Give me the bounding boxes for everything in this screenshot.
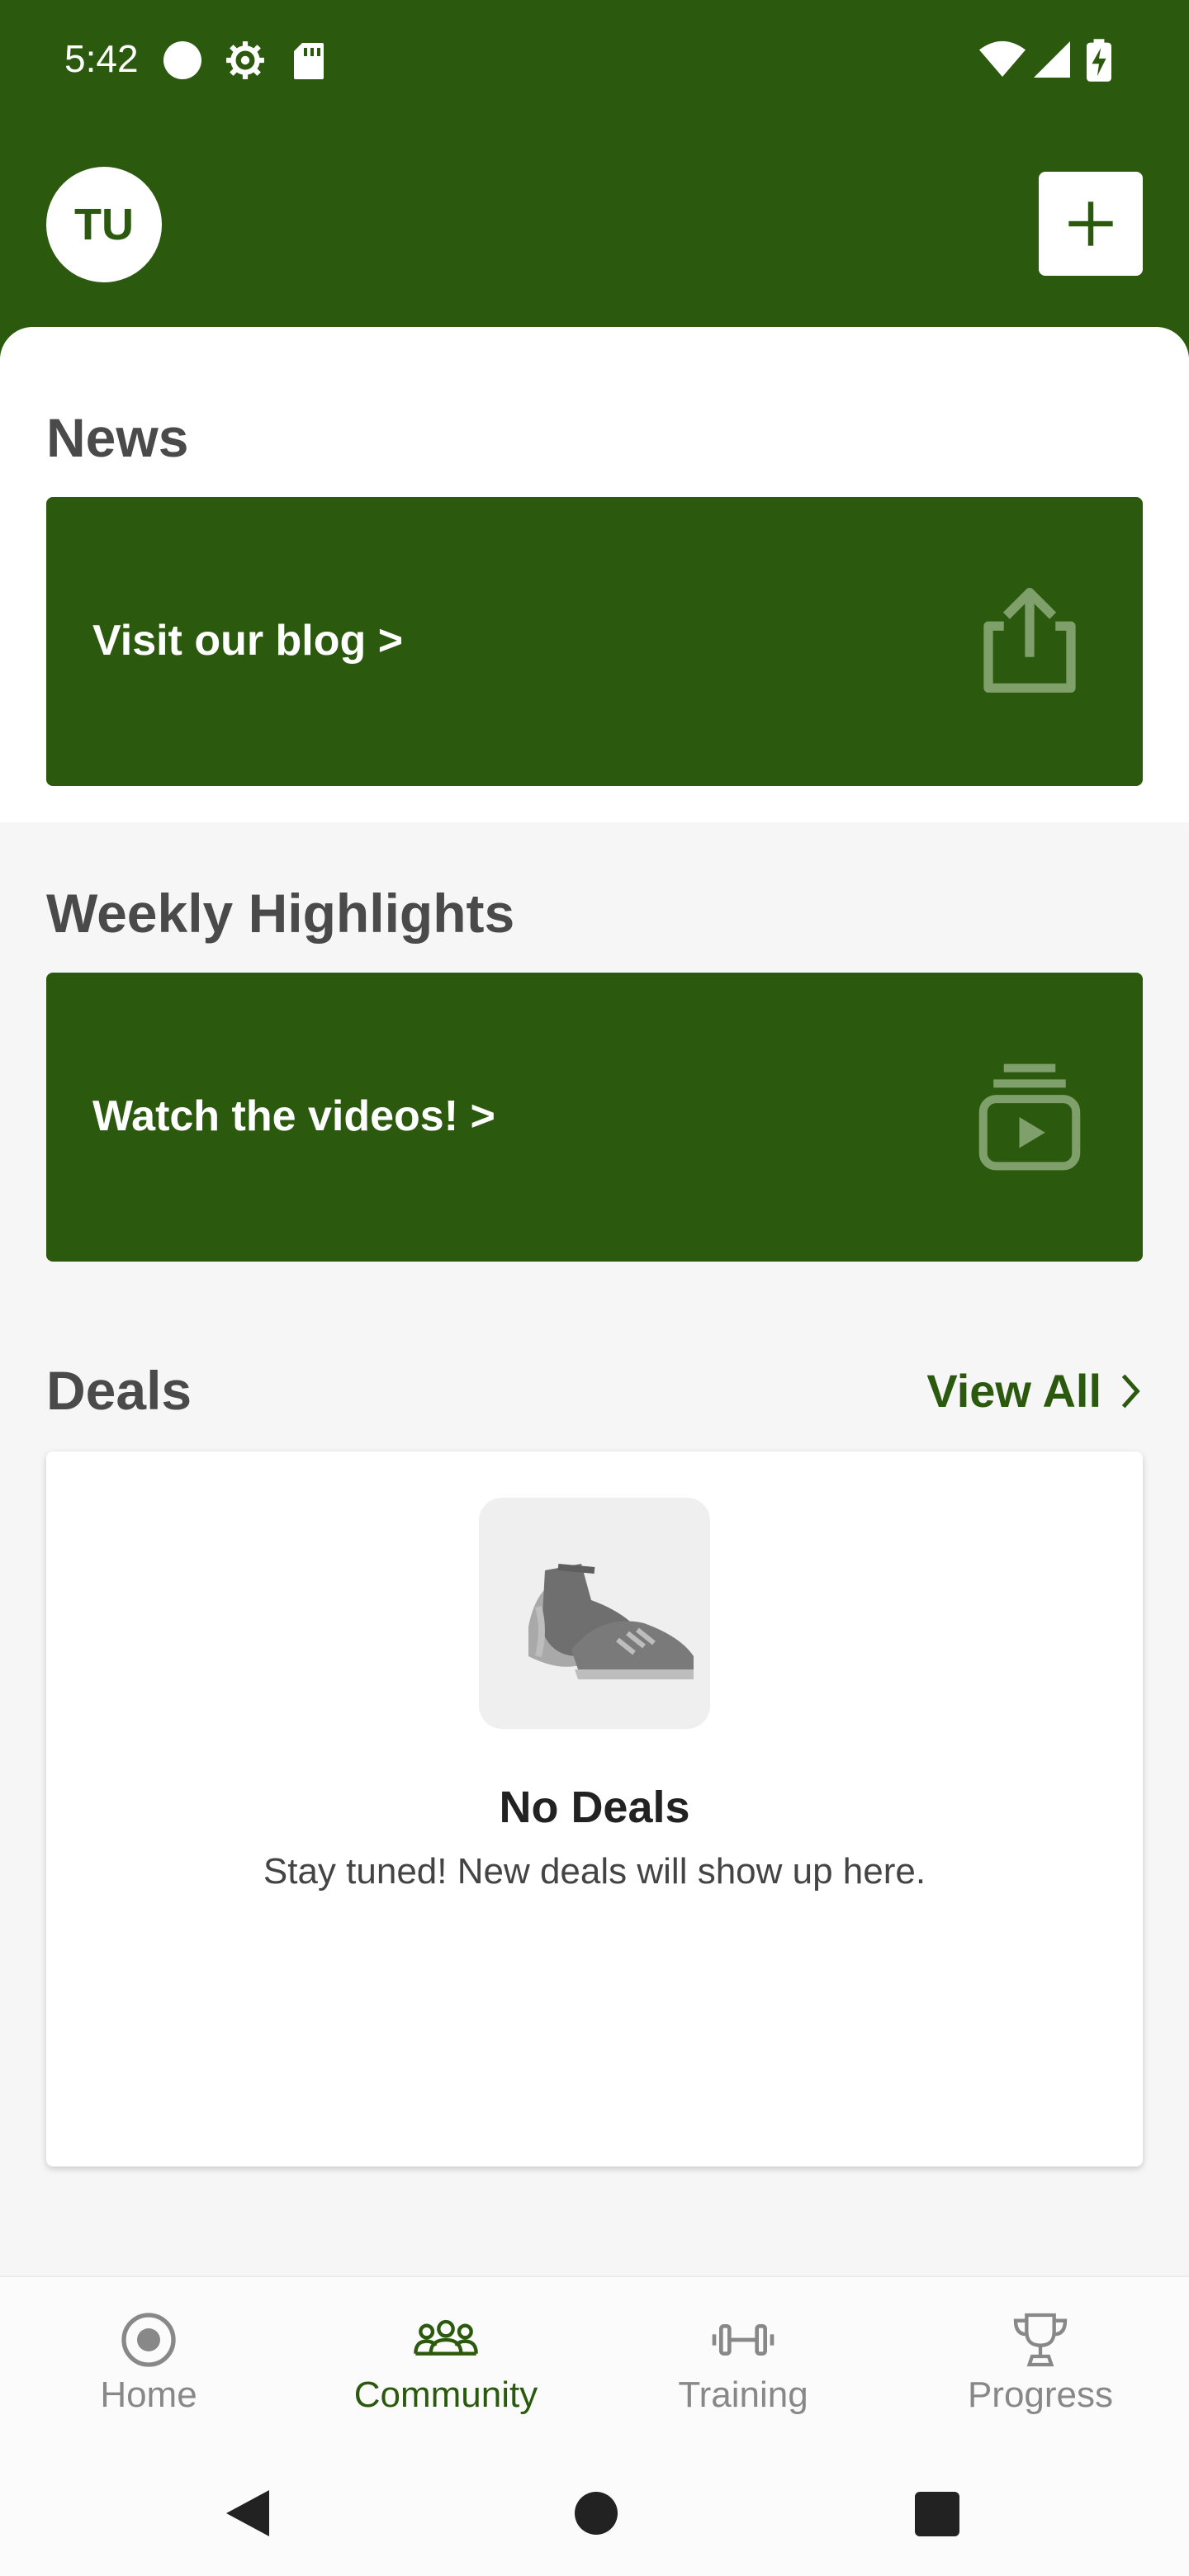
view-all-deals-link[interactable]: View All [926, 1364, 1144, 1418]
nav-label-home: Home [100, 2375, 197, 2415]
blog-banner[interactable]: Visit our blog > [46, 497, 1143, 786]
system-navigation-bar [0, 2452, 1189, 2576]
deals-empty-card: No Deals Stay tuned! New deals will show… [46, 1451, 1143, 2166]
no-deals-title: No Deals [499, 1783, 690, 1832]
nav-label-training: Training [678, 2375, 808, 2415]
people-icon [414, 2319, 478, 2356]
add-button[interactable] [1039, 172, 1143, 276]
news-title: News [46, 407, 189, 468]
status-time: 5:42 [64, 37, 139, 80]
wifi-icon [979, 40, 1026, 77]
nav-item-progress[interactable]: Progress [892, 2277, 1189, 2454]
deals-title: Deals [46, 1360, 192, 1421]
plus-icon [1068, 201, 1113, 246]
share-icon [983, 588, 1076, 693]
videos-banner[interactable]: Watch the videos! > [46, 973, 1143, 1262]
home-target-icon [121, 2313, 176, 2367]
sneakers-image [479, 1498, 710, 1729]
sd-card-icon [294, 43, 324, 79]
nav-item-home[interactable]: Home [0, 2277, 297, 2454]
back-icon[interactable] [223, 2487, 272, 2540]
recents-square-icon[interactable] [915, 2492, 959, 2536]
trophy-icon [1013, 2313, 1068, 2367]
nav-item-training[interactable]: Training [594, 2277, 892, 2454]
view-all-label: View All [926, 1365, 1101, 1417]
nav-label-community: Community [353, 2375, 538, 2415]
no-deals-subtitle: Stay tuned! New deals will show up here. [263, 1851, 926, 1892]
chevron-right-icon [1121, 1374, 1140, 1408]
nav-label-progress: Progress [967, 2375, 1114, 2415]
dumbbell-icon [712, 2324, 775, 2356]
bottom-navigation: Home Community Training Progress [0, 2275, 1189, 2454]
nav-item-community[interactable]: Community [297, 2277, 594, 2454]
sneakers-icon [528, 1564, 694, 1679]
signal-icon [1034, 41, 1070, 78]
record-icon [163, 41, 201, 79]
gear-icon [226, 41, 264, 79]
videos-banner-label: Watch the videos! > [92, 1092, 495, 1140]
weekly-highlights-title: Weekly Highlights [46, 883, 515, 944]
avatar[interactable]: TU [46, 167, 162, 282]
video-library-icon [978, 1063, 1081, 1171]
main-content: News Visit our blog > Weekly Highlights … [0, 327, 1189, 2275]
home-circle-icon[interactable] [575, 2492, 618, 2535]
status-bar: 5:42 [0, 0, 1189, 124]
battery-charging-icon [1087, 39, 1111, 82]
blog-banner-label: Visit our blog > [92, 617, 404, 665]
